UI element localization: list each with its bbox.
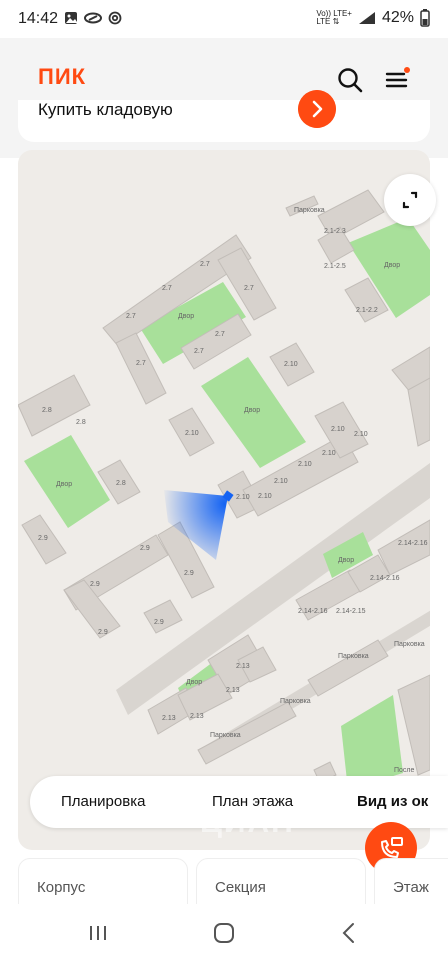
map-label: 2.13 (226, 687, 240, 694)
menu-icon[interactable] (384, 66, 412, 94)
section-label: Секция (215, 879, 266, 896)
notification-icons (64, 11, 122, 25)
map-label: Парковка (280, 698, 311, 705)
map-label: 2.13 (162, 715, 176, 722)
map-label: 2.7 (136, 360, 146, 367)
map-label: 2.9 (98, 629, 108, 636)
map-label: 2.14-2.16 (370, 575, 400, 582)
battery-percent: 42% (381, 9, 414, 26)
buy-storage-card[interactable]: Купить кладовую (18, 100, 430, 142)
map-label: 2.13 (236, 663, 250, 670)
map-label: 2.8 (116, 480, 126, 487)
map-label: 2.7 (200, 261, 210, 268)
map-label: 2.10 (298, 461, 312, 468)
site-plan-drawing: 2.7 2.7 2.7 2.7 2.7 2.7 2.7 2.8 2.8 2.8 … (18, 189, 430, 790)
status-time: 14:42 (18, 10, 59, 27)
map-label: 2.10 (284, 361, 298, 368)
map-label: Парковка (338, 653, 369, 660)
battery-icon (420, 9, 430, 27)
map-label: 2.8 (42, 407, 52, 414)
map-label: 2.8 (76, 419, 86, 426)
fullscreen-button[interactable] (384, 174, 436, 226)
map-label: 2.10 (354, 431, 368, 438)
map-label: Двор (178, 313, 194, 320)
status-right: Vo)) LTE+ LTE ⇅ 42% (316, 9, 430, 27)
fullscreen-icon (402, 191, 418, 209)
map-label: 2.7 (244, 285, 254, 292)
map-label: Двор (338, 557, 354, 564)
map-label: 2.14-2.16 (398, 540, 428, 547)
map-label: 2.7 (126, 313, 136, 320)
buy-storage-label: Купить кладовую (38, 100, 173, 119)
map-label: Двор (384, 262, 400, 269)
back-icon[interactable] (340, 922, 358, 944)
tab-layout[interactable]: Планировка (61, 793, 145, 810)
map-label: Парковка (294, 207, 325, 214)
floor-label: Этаж (393, 879, 429, 896)
map-label: 2.10 (322, 450, 336, 457)
network-line: Vo)) LTE+ LTE ⇅ (316, 9, 352, 26)
watermark: ЦИАН (200, 806, 295, 839)
map-label: 2.9 (154, 619, 164, 626)
network-indicator: Vo)) LTE+ LTE ⇅ (316, 10, 352, 26)
map-label: 2.14-2.16 (298, 608, 328, 615)
site-plan-map[interactable]: 2.7 2.7 2.7 2.7 2.7 2.7 2.7 2.8 2.8 2.8 … (18, 150, 430, 850)
map-label: Двор (244, 407, 260, 414)
infinity-icon (84, 12, 102, 24)
building-label: Корпус (37, 879, 86, 896)
status-bar: 14:42 Vo)) LTE+ LTE ⇅ 42% (0, 0, 448, 38)
map-label: 2.10 (185, 430, 199, 437)
map-label: 2.10 (274, 478, 288, 485)
recent-apps-icon[interactable] (88, 924, 108, 942)
search-icon[interactable] (336, 66, 364, 94)
map-label: 2.9 (140, 545, 150, 552)
map-label: Парковка (394, 641, 425, 648)
at-icon (108, 11, 122, 25)
home-icon[interactable] (212, 922, 236, 944)
map-label: 2.9 (184, 570, 194, 577)
tab-window-view[interactable]: Вид из ок (357, 793, 428, 810)
image-icon (65, 12, 77, 24)
map-label: 2.7 (162, 285, 172, 292)
map-label: 2.1-2.5 (324, 263, 346, 270)
map-label: 2.14-2.15 (336, 608, 366, 615)
map-label: 2.10 (331, 426, 345, 433)
map-label: 2.10 (236, 494, 250, 501)
map-label: 2.9 (38, 535, 48, 542)
system-nav-bar (0, 904, 448, 960)
map-label: 2.7 (194, 348, 204, 355)
map-label: После (394, 767, 415, 774)
map-label: 2.1-2.3 (324, 228, 346, 235)
arrow-right-icon[interactable] (298, 90, 336, 128)
signal-icon (358, 12, 375, 24)
map-label: 2.9 (90, 581, 100, 588)
pik-logo[interactable]: ПИК (38, 64, 86, 90)
map-label: Двор (186, 679, 202, 686)
map-label: 2.10 (258, 493, 272, 500)
map-label: 2.7 (215, 331, 225, 338)
map-label: 2.13 (190, 713, 204, 720)
map-label: Двор (56, 481, 72, 488)
map-label: 2.1-2.2 (356, 307, 378, 314)
map-label: Парковка (210, 732, 241, 739)
